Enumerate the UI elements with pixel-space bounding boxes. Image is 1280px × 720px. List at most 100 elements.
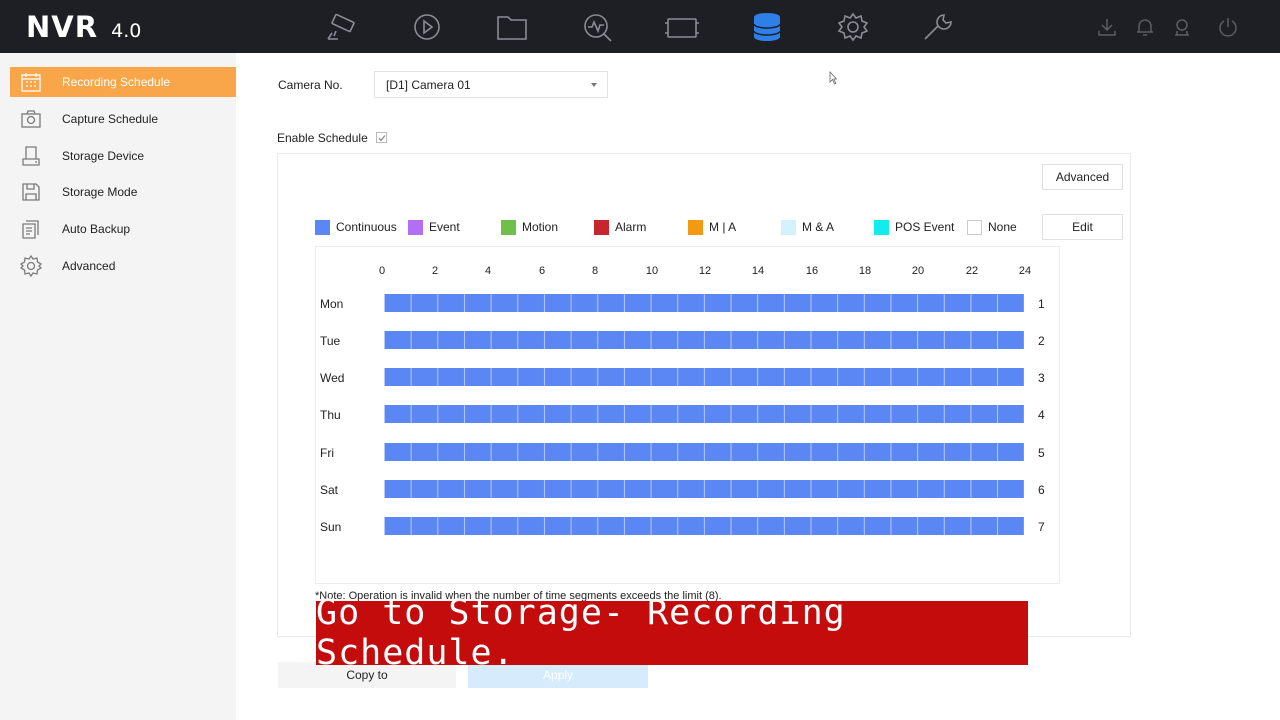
row-number: 7 [1038,520,1045,534]
day-label: Fri [320,446,334,460]
camera-select-value: [D1] Camera 01 [386,77,471,92]
hdd-icon [20,145,42,167]
day-label: Mon [320,297,344,311]
day-label: Tue [320,334,341,348]
hour-label: 2 [431,265,439,277]
hour-label: 14 [751,265,765,277]
power-icon[interactable] [1217,16,1239,38]
schedule-bar-tue[interactable] [384,331,1024,349]
legend-label: Event [429,220,460,234]
legend-label: None [988,220,1017,234]
legend-none[interactable]: None [967,219,1017,235]
file-management-icon[interactable] [494,10,530,44]
hour-label: 10 [645,265,659,277]
mouse-cursor-icon [829,71,837,85]
sidebar-item-auto-backup[interactable]: Auto Backup [10,214,236,244]
row-number: 4 [1038,408,1045,422]
schedule-bar-thu[interactable] [384,405,1024,423]
camera-icon [20,108,42,130]
hour-label: 8 [591,265,599,277]
legend-label: POS Event [895,220,955,234]
legend-swatch [594,219,609,235]
legend-pos-event[interactable]: POS Event [874,219,954,235]
enable-schedule-checkbox[interactable] [376,132,387,143]
download-icon[interactable] [1096,16,1118,38]
sidebar-item-label: Auto Backup [62,222,131,236]
legend-swatch [967,219,982,235]
hour-label: 16 [805,265,819,277]
legend-label: M & A [802,220,835,234]
legend-swatch [315,219,330,235]
sidebar-item-capture-schedule[interactable]: Capture Schedule [10,104,236,134]
legend-motion[interactable]: Motion [501,219,558,235]
top-bar: NVR 4.0 [0,0,1280,53]
schedule-bar-sun[interactable] [384,517,1024,535]
video-caption: Go to Storage- Recording Schedule. [316,593,1028,673]
sidebar-item-label: Storage Device [62,149,145,163]
row-number: 3 [1038,371,1045,385]
legend-m-and-a[interactable]: M & A [781,219,834,235]
advanced-button[interactable]: Advanced [1042,164,1123,190]
legend-swatch [874,219,889,235]
hour-label: 0 [378,265,386,277]
hour-label: 18 [858,265,872,277]
sidebar-item-advanced[interactable]: Advanced [10,251,236,281]
configuration-icon[interactable] [835,10,871,44]
row-number: 6 [1038,483,1045,497]
legend-label: M | A [709,220,737,234]
day-label: Thu [320,408,341,422]
row-number: 1 [1038,297,1045,311]
user-icon[interactable] [1171,16,1193,38]
camera-select[interactable]: [D1] Camera 01 [374,71,608,98]
edit-button[interactable]: Edit [1042,214,1123,240]
day-label: Sun [320,520,342,534]
sidebar-item-label: Recording Schedule [62,75,171,89]
playback-icon[interactable] [409,10,445,44]
live-view-icon[interactable] [323,10,359,44]
legend-label: Continuous [336,220,397,234]
sidebar-item-label: Capture Schedule [62,112,159,126]
maintenance-icon[interactable] [920,10,956,44]
row-number: 2 [1038,334,1045,348]
schedule-bar-wed[interactable] [384,368,1024,386]
legend-swatch [501,219,516,235]
day-label: Sat [320,483,339,497]
backup-icon [20,218,42,240]
checkmark-icon [378,135,386,142]
chevron-down-icon [591,83,597,87]
legend-label: Motion [522,220,559,234]
legend-label: Alarm [615,220,647,234]
camera-no-label: Camera No. [278,78,343,92]
legend-swatch [688,219,703,235]
schedule-bar-mon[interactable] [384,294,1024,312]
legend-alarm[interactable]: Alarm [594,219,646,235]
save-icon [20,181,42,203]
smart-analysis-icon[interactable] [579,10,615,44]
calendar-icon [20,71,42,93]
bell-icon[interactable] [1134,16,1156,38]
hour-label: 20 [911,265,925,277]
sidebar-item-label: Storage Mode [62,185,138,199]
storage-icon[interactable] [749,10,785,44]
legend-m-or-a[interactable]: M | A [688,219,736,235]
hour-label: 6 [538,265,546,277]
gear-icon [20,255,42,277]
sidebar-item-recording-schedule[interactable]: Recording Schedule [10,67,236,97]
brand-logo: NVR 4.0 [26,10,142,44]
hour-label: 22 [965,265,979,277]
legend-swatch [408,219,423,235]
hour-label: 12 [698,265,712,277]
legend-continuous[interactable]: Continuous [315,219,397,235]
day-label: Wed [320,371,345,385]
schedule-bar-fri[interactable] [384,443,1024,461]
hour-label: 24 [1018,265,1032,277]
legend-event[interactable]: Event [408,219,460,235]
hour-label: 4 [484,265,492,277]
schedule-bar-sat[interactable] [384,480,1024,498]
legend-swatch [781,219,796,235]
sidebar-item-storage-device[interactable]: Storage Device [10,141,236,171]
sidebar-item-storage-mode[interactable]: Storage Mode [10,177,236,207]
camera-management-icon[interactable] [664,10,700,44]
row-number: 5 [1038,446,1045,460]
sidebar-item-label: Advanced [62,259,116,273]
